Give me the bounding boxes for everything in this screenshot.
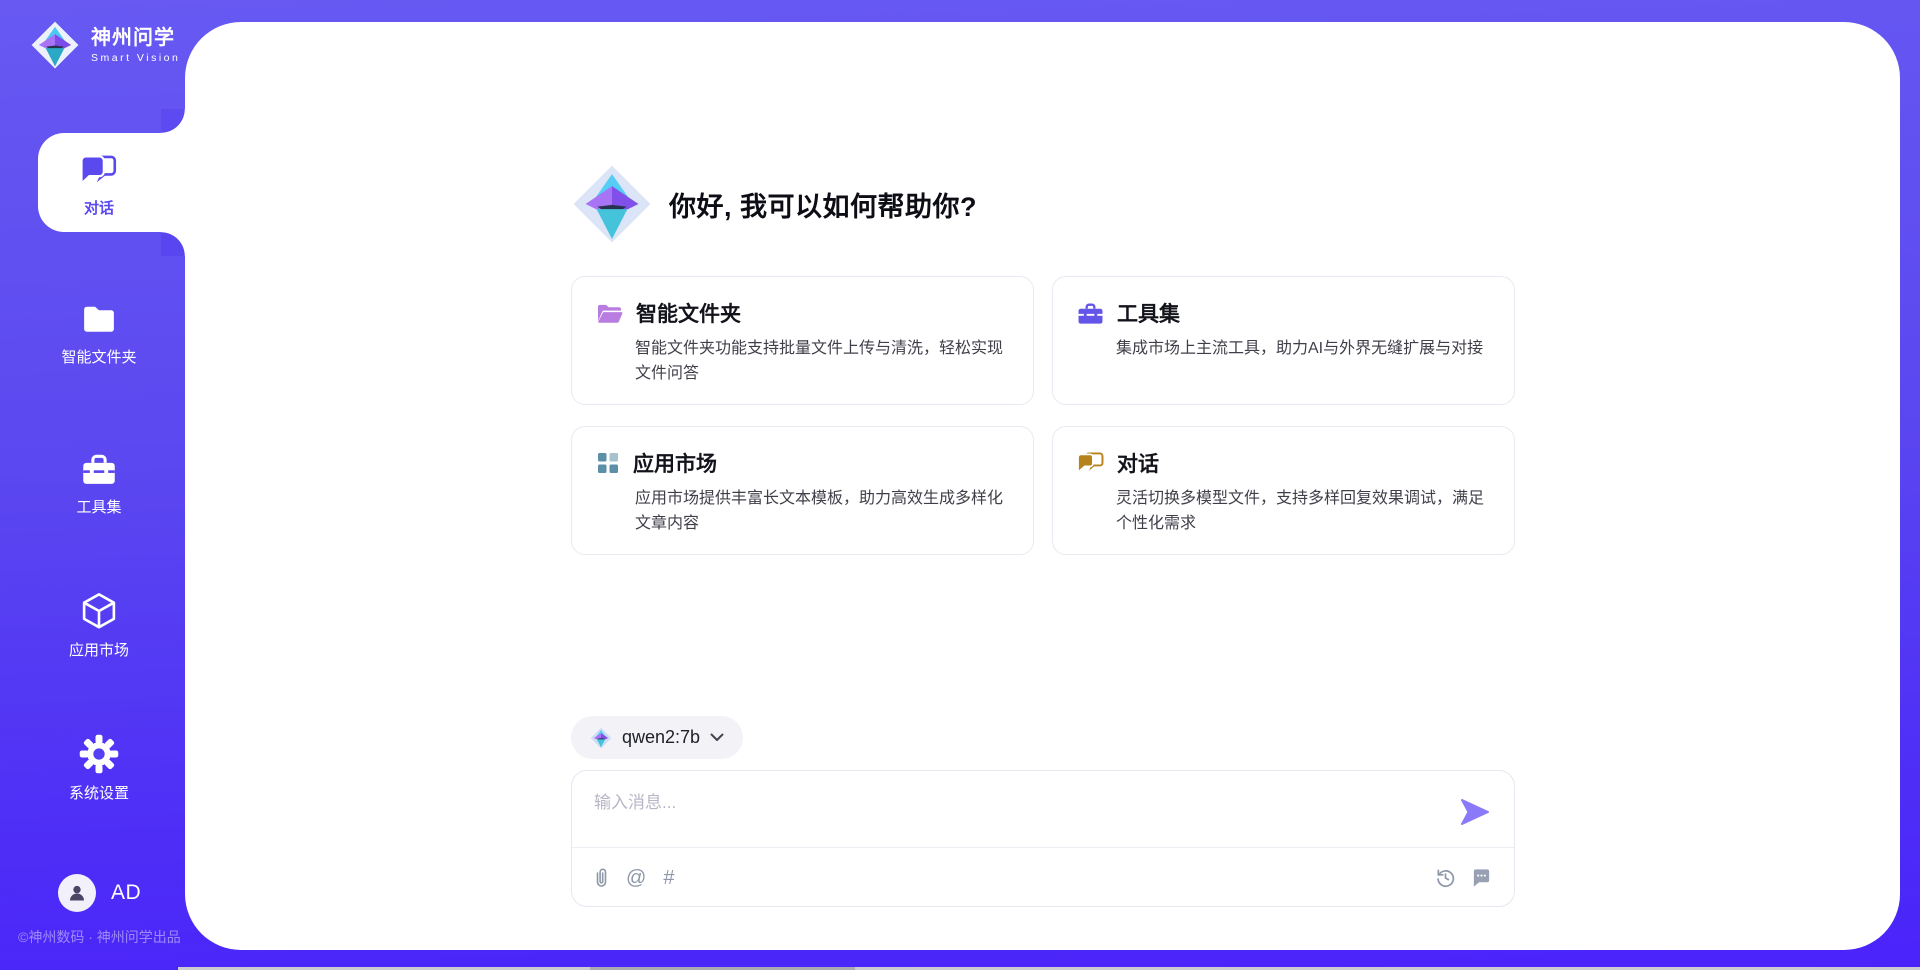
active-tab-fillet-top xyxy=(161,109,185,133)
composer-toolbar-left: @ # xyxy=(594,867,674,889)
hashtag-icon[interactable]: # xyxy=(663,868,674,888)
card-title: 工具集 xyxy=(1117,298,1180,328)
card-header: 智能文件夹 xyxy=(596,298,1009,328)
card-app-market[interactable]: 应用市场 应用市场提供丰富长文本模板，助力高效生成多样化文章内容 xyxy=(571,426,1034,555)
paperclip-icon[interactable] xyxy=(594,867,609,889)
sidebar-item-chat[interactable]: 对话 xyxy=(9,150,189,218)
message-composer: @ # xyxy=(571,770,1515,907)
user-account[interactable]: AD xyxy=(58,874,141,912)
grid-icon xyxy=(596,451,620,475)
sidebar-item-label: 工具集 xyxy=(76,496,121,517)
sidebar: 神州问学 Smart Vision 对话 xyxy=(0,0,185,970)
card-title: 应用市场 xyxy=(633,448,717,478)
card-title: 对话 xyxy=(1117,448,1159,478)
card-description: 灵活切换多模型文件，支持多样回复效果调试，满足个性化需求 xyxy=(1116,487,1490,537)
sidebar-item-label: 智能文件夹 xyxy=(61,346,136,367)
feedback-bubble-icon[interactable] xyxy=(1471,867,1492,888)
model-name: qwen2:7b xyxy=(622,727,700,748)
mention-icon[interactable]: @ xyxy=(626,868,646,888)
toolbox-icon xyxy=(1077,302,1104,325)
copyright-text: ©神州数码 · 神州问学出品 xyxy=(18,927,181,947)
card-header: 应用市场 xyxy=(596,448,1009,478)
brand-name: 神州问学 xyxy=(91,27,180,50)
model-logo-icon xyxy=(590,727,612,749)
card-smart-folder[interactable]: 智能文件夹 智能文件夹功能支持批量文件上传与清洗，轻松实现文件问答 xyxy=(571,276,1034,405)
avatar xyxy=(58,874,96,912)
composer-toolbar-right xyxy=(1435,867,1492,888)
card-description: 智能文件夹功能支持批量文件上传与清洗，轻松实现文件问答 xyxy=(635,337,1009,387)
card-description: 应用市场提供丰富长文本模板，助力高效生成多样化文章内容 xyxy=(635,487,1009,537)
brand-subtitle: Smart Vision xyxy=(91,52,180,64)
card-chat[interactable]: 对话 灵活切换多模型文件，支持多样回复效果调试，满足个性化需求 xyxy=(1052,426,1515,555)
greeting: 你好, 我可以如何帮助你? xyxy=(571,163,977,245)
feature-cards: 智能文件夹 智能文件夹功能支持批量文件上传与清洗，轻松实现文件问答 xyxy=(571,276,1515,555)
gear-icon xyxy=(78,733,120,775)
person-icon xyxy=(65,881,89,905)
history-icon[interactable] xyxy=(1435,867,1456,888)
sidebar-item-smart-folder[interactable]: 智能文件夹 xyxy=(9,299,189,367)
greeting-title: 你好, 我可以如何帮助你? xyxy=(669,185,977,224)
chat-bubbles-icon xyxy=(1077,452,1104,475)
folder-icon xyxy=(78,299,120,339)
card-toolset[interactable]: 工具集 集成市场上主流工具，助力AI与外界无缝扩展与对接 xyxy=(1052,276,1515,405)
card-description: 集成市场上主流工具，助力AI与外界无缝扩展与对接 xyxy=(1116,337,1490,362)
main-panel: 你好, 我可以如何帮助你? 智能文件夹 智能文件夹功能支持批量文件上传与清洗，轻… xyxy=(185,22,1900,950)
cube-icon xyxy=(78,590,120,632)
brand-logo-icon xyxy=(30,20,80,70)
card-header: 对话 xyxy=(1077,448,1490,478)
app-root: 神州问学 Smart Vision 对话 xyxy=(0,0,1920,970)
folder-open-icon xyxy=(596,302,623,325)
assistant-logo-icon xyxy=(571,163,653,245)
user-initials: AD xyxy=(111,881,141,905)
chevron-down-icon xyxy=(710,733,724,742)
sidebar-item-label: 对话 xyxy=(84,197,114,218)
card-header: 工具集 xyxy=(1077,298,1490,328)
sidebar-item-label: 系统设置 xyxy=(69,782,129,803)
message-input[interactable] xyxy=(572,771,1432,843)
brand[interactable]: 神州问学 Smart Vision xyxy=(30,20,180,70)
active-tab-fillet-bottom xyxy=(161,232,185,256)
model-selector[interactable]: qwen2:7b xyxy=(571,716,743,759)
composer-toolbar: @ # xyxy=(572,848,1514,907)
card-title: 智能文件夹 xyxy=(636,298,741,328)
chat-bubbles-icon xyxy=(78,150,120,190)
sidebar-item-toolset[interactable]: 工具集 xyxy=(9,449,189,517)
send-icon[interactable] xyxy=(1460,797,1490,827)
brand-text: 神州问学 Smart Vision xyxy=(91,27,180,64)
sidebar-item-settings[interactable]: 系统设置 xyxy=(9,733,189,803)
sidebar-item-app-market[interactable]: 应用市场 xyxy=(9,590,189,660)
toolbox-icon xyxy=(78,449,120,489)
sidebar-item-label: 应用市场 xyxy=(69,639,129,660)
